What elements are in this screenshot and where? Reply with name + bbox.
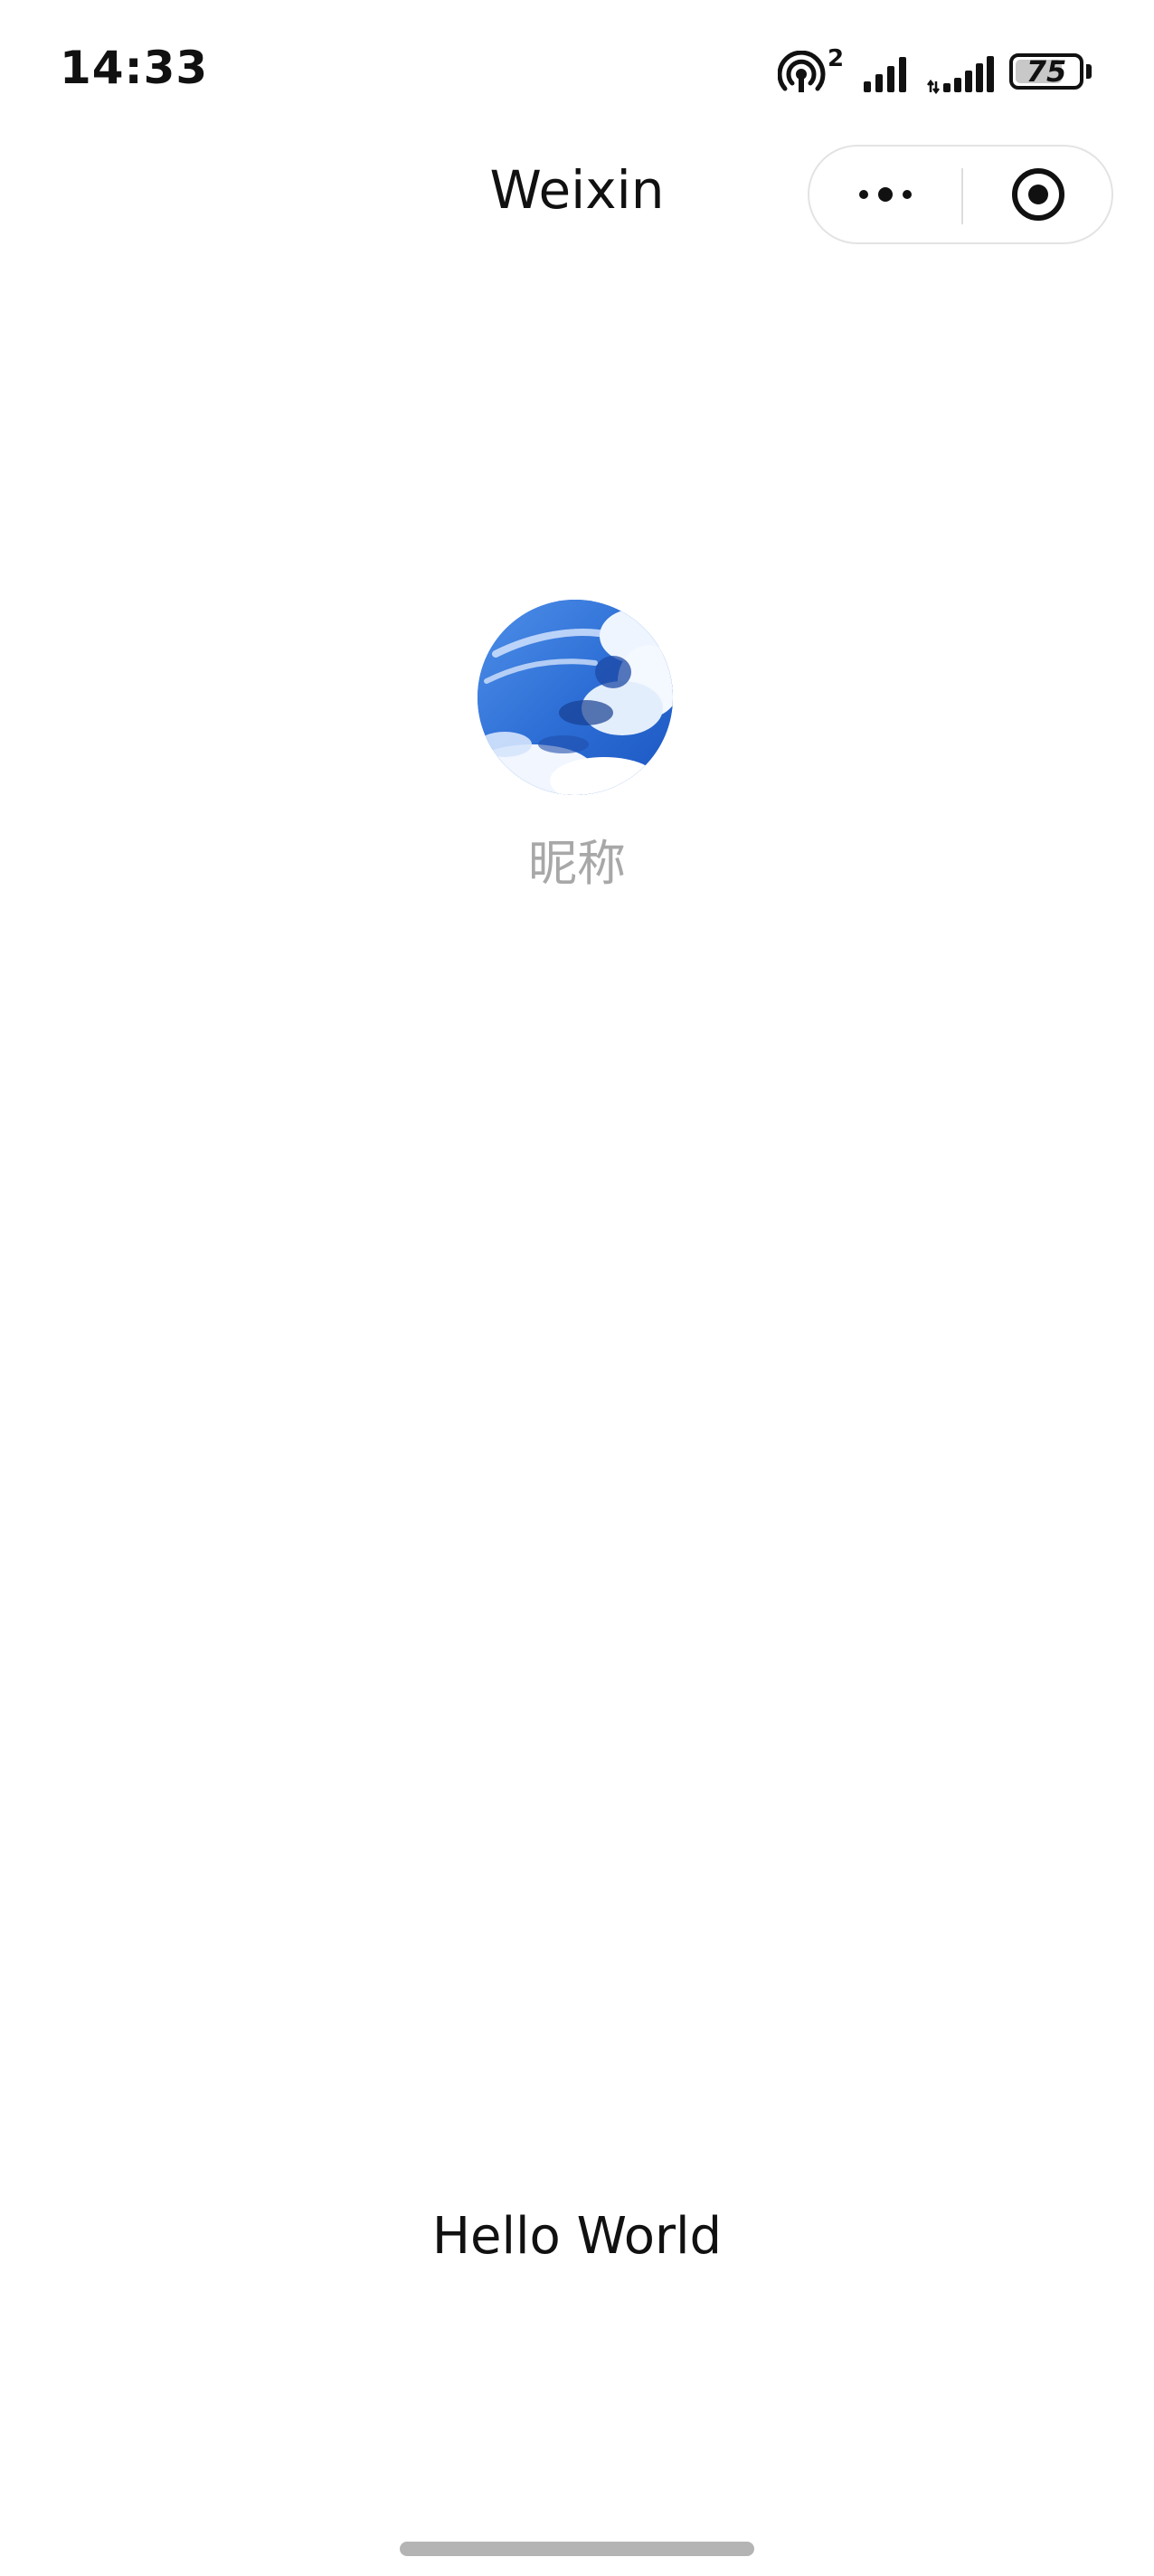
- sky-clouds-avatar: [478, 600, 673, 795]
- menu-capsule: [808, 145, 1113, 244]
- nickname-label: 昵称: [528, 835, 626, 892]
- status-time: 14:33: [60, 42, 209, 94]
- battery-level: 75: [1026, 54, 1067, 89]
- more-button[interactable]: [809, 147, 961, 242]
- signal-icon: [927, 56, 994, 94]
- signal-icon: [864, 57, 906, 92]
- battery-tip: [1086, 64, 1092, 79]
- home-indicator[interactable]: [400, 2542, 754, 2556]
- hotspot-count: 2: [828, 45, 845, 72]
- hello-text: Hello World: [431, 2207, 723, 2266]
- more-icon: [859, 187, 912, 202]
- hotspot-icon: [778, 51, 826, 92]
- close-target-icon: [1012, 168, 1064, 221]
- avatar[interactable]: [478, 600, 673, 795]
- battery-icon: 75: [1009, 53, 1083, 90]
- status-bar: 14:33 2 75: [0, 0, 1154, 136]
- close-button[interactable]: [963, 147, 1113, 242]
